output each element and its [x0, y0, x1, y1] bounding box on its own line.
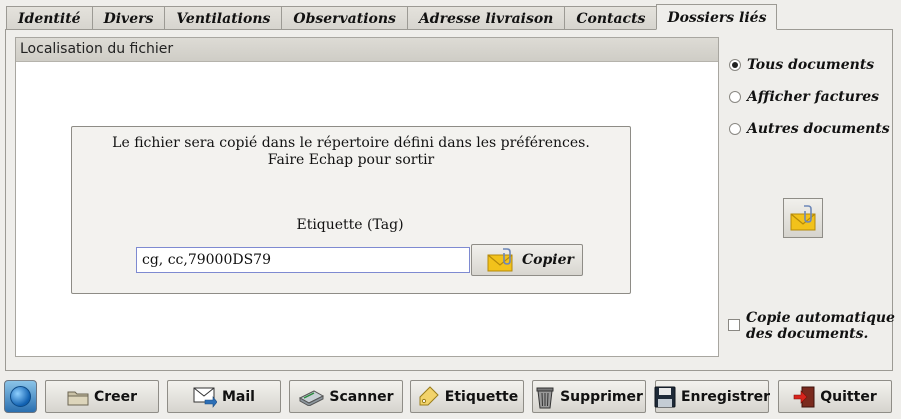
quit-button[interactable]: Quitter [778, 380, 892, 413]
radio-label: Tous documents [747, 57, 875, 73]
radio-indicator[interactable] [729, 123, 741, 135]
quit-button-label: Quitter [820, 388, 877, 405]
radio-other-documents[interactable]: Autres documents [729, 121, 890, 137]
radio-show-invoices[interactable]: Afficher factures [729, 89, 879, 105]
tab-adresse-livraison[interactable]: Adresse livraison [406, 6, 566, 30]
envelope-paperclip-icon [487, 248, 513, 272]
auto-copy-label-line2: des documents. [746, 326, 869, 342]
globe-icon [10, 386, 31, 407]
copy-button[interactable]: Copier [471, 244, 583, 276]
copy-message-line2: Faire Echap pour sortir [267, 152, 435, 168]
copy-message-line1: Le fichier sera copié dans le répertoire… [112, 135, 590, 151]
auto-copy-option[interactable]: Copie automatique des documents. [728, 310, 895, 342]
radio-all-documents[interactable]: Tous documents [729, 57, 874, 73]
tab-divers[interactable]: Divers [91, 6, 166, 30]
mail-button-label: Mail [222, 388, 255, 405]
attach-document-button[interactable] [783, 198, 823, 238]
scanner-button-label: Scanner [329, 388, 394, 405]
copy-button-label: Copier [522, 252, 574, 268]
radio-label: Autres documents [747, 121, 890, 137]
tag-label: Etiquette (Tag) [296, 217, 404, 233]
radio-indicator[interactable] [729, 59, 741, 71]
copy-dialog: Le fichier sera copié dans le répertoire… [71, 126, 631, 294]
tag-input[interactable] [136, 247, 470, 273]
tab-bar: Identité Divers Ventilations Observation… [6, 4, 778, 30]
trash-icon [536, 387, 554, 408]
auto-copy-label-line1: Copie automatique [746, 310, 895, 326]
save-button-label: Enregistrer [680, 388, 771, 405]
delete-button[interactable]: Supprimer [532, 380, 646, 413]
mail-button[interactable]: Mail [167, 380, 281, 413]
create-button[interactable]: Creer [45, 380, 159, 413]
tab-identite[interactable]: Identité [6, 6, 93, 30]
tab-ventilations[interactable]: Ventilations [164, 6, 283, 30]
mail-icon [193, 387, 217, 408]
delete-button-label: Supprimer [560, 388, 643, 405]
envelope-paperclip-icon [790, 205, 816, 231]
copy-message: Le fichier sera copié dans le répertoire… [72, 135, 630, 169]
auto-copy-label: Copie automatique des documents. [746, 310, 895, 342]
floppy-disk-icon [654, 386, 676, 407]
tag-icon [419, 385, 439, 405]
auto-copy-checkbox[interactable] [728, 319, 740, 331]
tab-observations[interactable]: Observations [281, 6, 408, 30]
tab-dossiers-lies[interactable]: Dossiers liés [656, 4, 778, 30]
tab-contacts[interactable]: Contacts [564, 6, 658, 30]
web-button[interactable] [4, 380, 37, 413]
file-location-header: Localisation du fichier [16, 38, 718, 62]
radio-indicator[interactable] [729, 91, 741, 103]
scanner-button[interactable]: Scanner [289, 380, 403, 413]
folder-icon [67, 391, 89, 405]
exit-door-icon [793, 386, 815, 407]
label-button-label: Etiquette [444, 388, 519, 405]
radio-label: Afficher factures [747, 89, 880, 105]
save-button[interactable]: Enregistrer [654, 380, 771, 413]
create-button-label: Creer [93, 388, 138, 405]
scanner-icon [299, 389, 325, 406]
label-button[interactable]: Etiquette [410, 380, 524, 413]
